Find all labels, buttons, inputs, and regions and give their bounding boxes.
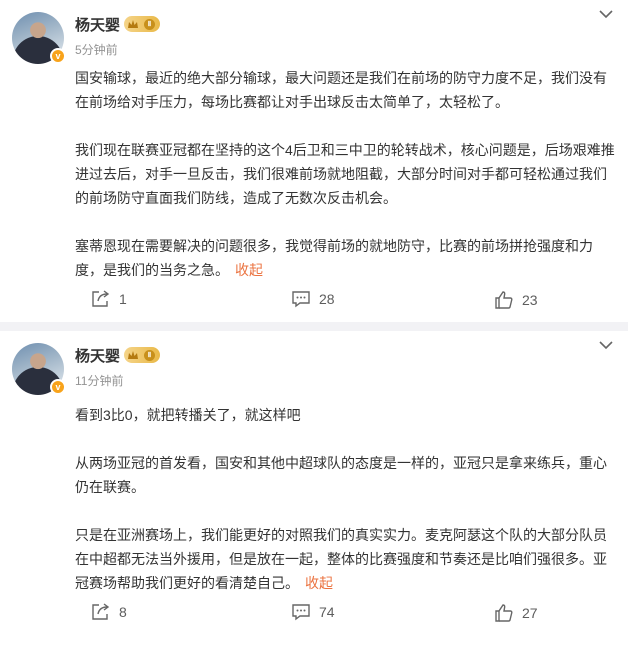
post-content: 看到3比0，就把转播关了，就这样吧 从两场亚冠的首发看，国安和其他中超球队的态度… (75, 403, 617, 595)
avatar[interactable]: v (12, 343, 66, 395)
like-count: 27 (522, 605, 538, 621)
comment-icon (292, 604, 310, 621)
comment-button[interactable]: 74 (291, 603, 335, 621)
verified-badge-icon: v (50, 48, 66, 64)
weibo-post: v 杨天婴 Ⅱ 11分钟前 看到3比0，就把转播关了，就这样吧 从两场亚冠的首发… (0, 331, 628, 647)
like-count: 23 (522, 292, 538, 308)
comment-button[interactable]: 28 (291, 290, 335, 308)
author-name[interactable]: 杨天婴 (75, 14, 120, 35)
author-name[interactable]: 杨天婴 (75, 345, 120, 366)
crown-icon (128, 19, 138, 28)
level-badge: Ⅱ (124, 16, 160, 32)
post-paragraph: 看到3比0，就把转播关了，就这样吧 (75, 407, 301, 423)
post-separator (0, 322, 628, 331)
collapse-link[interactable]: 收起 (305, 575, 333, 591)
comment-count: 28 (319, 291, 335, 307)
post-paragraph: 塞蒂恩现在需要解决的问题很多，我觉得前场的就地防守，比赛的前场拼抢强度和力度，是… (75, 234, 617, 282)
chevron-down-icon[interactable] (598, 339, 614, 351)
post-paragraph: 我们现在联赛亚冠都在坚持的这个4后卫和三中卫的轮转战术，核心问题是，后场艰难推进… (75, 142, 615, 206)
share-icon (92, 290, 110, 307)
post-paragraph: 从两场亚冠的首发看，国安和其他中超球队的态度是一样的，亚冠只是拿来练兵，重心仍在… (75, 455, 607, 495)
level-number: Ⅱ (144, 18, 155, 30)
post-time[interactable]: 5分钟前 (75, 41, 118, 58)
action-bar: 1 28 23 (0, 290, 628, 314)
avatar[interactable]: v (12, 12, 66, 64)
share-icon (92, 603, 110, 620)
like-button[interactable]: 27 (494, 603, 538, 623)
repost-button[interactable]: 8 (91, 603, 127, 621)
post-content: 国安输球，最近的绝大部分输球，最大问题还是我们在前场的防守力度不足，我们没有在前… (75, 66, 617, 282)
action-bar: 8 74 27 (0, 603, 628, 627)
post-paragraph: 只是在亚洲赛场上，我们能更好的对照我们的真实实力。麦克阿瑟这个队的大部分队员在中… (75, 523, 617, 595)
comment-count: 74 (319, 604, 335, 620)
repost-count: 1 (119, 291, 127, 307)
like-button[interactable]: 23 (494, 290, 538, 310)
verified-badge-icon: v (50, 379, 66, 395)
collapse-link[interactable]: 收起 (235, 262, 263, 278)
thumb-up-icon (495, 604, 513, 622)
crown-icon (128, 350, 138, 359)
post-time[interactable]: 11分钟前 (75, 372, 123, 389)
level-badge: Ⅱ (124, 347, 160, 363)
level-number: Ⅱ (144, 349, 155, 361)
weibo-post: v 杨天婴 Ⅱ 5分钟前 国安输球，最近的绝大部分输球，最大问题还是我们在前场的… (0, 0, 628, 322)
post-paragraph-text: 只是在亚洲赛场上，我们能更好的对照我们的真实实力。麦克阿瑟这个队的大部分队员在中… (75, 527, 607, 591)
comment-icon (292, 291, 310, 308)
repost-button[interactable]: 1 (91, 290, 127, 308)
repost-count: 8 (119, 604, 127, 620)
thumb-up-icon (495, 291, 513, 309)
post-paragraph-text: 塞蒂恩现在需要解决的问题很多，我觉得前场的就地防守，比赛的前场拼抢强度和力度，是… (75, 238, 593, 278)
post-paragraph: 国安输球，最近的绝大部分输球，最大问题还是我们在前场的防守力度不足，我们没有在前… (75, 70, 607, 110)
chevron-down-icon[interactable] (598, 8, 614, 20)
